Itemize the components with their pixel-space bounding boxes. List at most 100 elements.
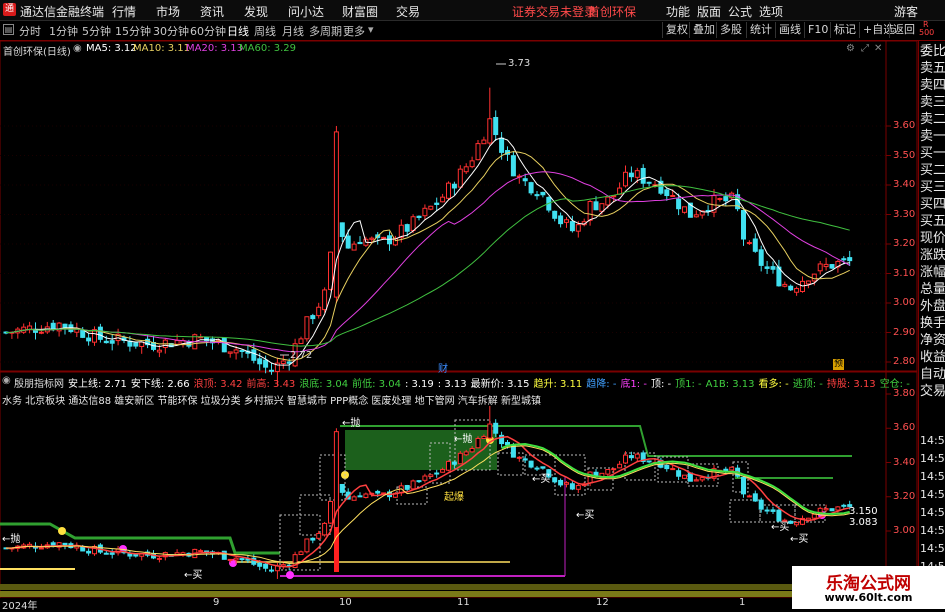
ind-candle-body [304, 538, 310, 553]
ind-candle-body [682, 474, 687, 479]
quote-field-label: 涨跌 [920, 248, 945, 263]
candle-body [623, 171, 628, 187]
candle-body [103, 340, 109, 344]
indicator-tick-label: 3.00 [893, 525, 916, 536]
candle-body [457, 168, 463, 188]
candle-body [239, 350, 245, 353]
tick-time-label: 14:5 [920, 452, 945, 465]
candle-body [823, 263, 829, 268]
quote-field-label: 买二 [920, 163, 945, 178]
chart-expand-icon[interactable]: ⤢ [861, 43, 869, 54]
candle-body [298, 338, 304, 345]
candle-body [741, 210, 746, 240]
ind-candle-body [575, 485, 581, 490]
candle-body [540, 191, 546, 196]
ind-candle-body [109, 552, 115, 555]
indicator-settings-icon[interactable]: ◉ [2, 375, 11, 386]
candle-body [782, 283, 788, 287]
quote-field-label[interactable]: 交易 [920, 383, 945, 400]
indicator-value-label: 最新价: 3.15 [470, 379, 530, 390]
ind-candle-body [357, 495, 363, 498]
ind-candle-body [634, 453, 640, 459]
buy-signal-label: ←买 [184, 570, 203, 581]
chart-settings-icon[interactable]: ⚙ [846, 43, 855, 54]
candle-body [770, 266, 776, 270]
candle-body [174, 340, 180, 345]
ind-candle-body [422, 475, 428, 481]
ind-candle-body [475, 437, 481, 449]
buy-signal-label: ←买 [790, 534, 809, 545]
candle-body [97, 326, 103, 340]
ind-candle-body [611, 468, 617, 471]
quote-field-label: 换手 [920, 316, 945, 331]
forecast-marker[interactable]: 预 [833, 359, 844, 370]
ind-candle-body [310, 537, 316, 541]
ind-candle-body [758, 499, 764, 510]
ind-candle-body [752, 493, 758, 502]
candle-body [481, 139, 487, 145]
financial-marker[interactable]: 财 [438, 360, 448, 375]
ind-candle-body [269, 569, 274, 572]
indicator-value-label: 持股: 3.13 [826, 379, 876, 390]
candle-body [534, 194, 540, 197]
candle-body [646, 181, 652, 184]
ind-candle-body [835, 506, 841, 511]
tick-time-label: 14:5 [920, 506, 945, 519]
ind-candle-body [534, 467, 540, 470]
ind-candle-body [528, 460, 534, 468]
indicator-name[interactable]: 殷朋指标网 [14, 375, 64, 390]
quote-field-label[interactable]: 自动 [920, 366, 945, 383]
bottom-band [0, 584, 886, 590]
panel-r-num: 500 [919, 28, 935, 37]
ind-candle-body [416, 480, 422, 483]
ma60-label: MA60: 3.29 [239, 43, 297, 54]
chart-close-icon[interactable]: ✕ [874, 43, 882, 54]
candle-body [345, 235, 351, 249]
ind-candle-body [558, 479, 564, 486]
candle-body [599, 203, 605, 212]
candle-body [723, 196, 729, 202]
buy-signal-label: ←买 [532, 474, 551, 485]
sell-signal-label: ←抛 [342, 418, 361, 429]
price-tick-label: 3.30 [893, 208, 916, 220]
candle-body [156, 349, 162, 353]
price-tick-label: 3.60 [893, 120, 916, 131]
ind-candle-body [375, 490, 381, 494]
candle-body [316, 306, 322, 317]
quote-field-label: 卖一 [920, 129, 945, 144]
candle-body [310, 315, 316, 320]
indicator-line-labels: 安上线: 2.71 安下线: 2.66 浪顶: 3.42 前高: 3.43 浪底: 3.… [68, 375, 910, 390]
quote-field-label: 买一 [920, 146, 945, 161]
indicator-value-label: 安下线: 2.66 [130, 379, 190, 390]
candle-body [575, 224, 581, 232]
ind-candle-body [670, 468, 676, 471]
indicator-value-label: 安上线: 2.71 [68, 379, 127, 390]
ind-candle-body [446, 460, 451, 471]
date-label-jan: 1 [739, 597, 746, 608]
indicator-value-label: 趋降: - [586, 379, 617, 390]
candle-body [381, 236, 387, 239]
date-label-sep: 9 [213, 597, 220, 608]
candle-body [847, 257, 853, 262]
date-label-nov: 11 [457, 597, 470, 608]
price-tick-label: 3.50 [893, 149, 916, 161]
ind-candle-body [487, 423, 493, 439]
indicator-value-label: : 3.13 [437, 379, 467, 390]
quote-side-panel: R 500 委比 卖五 卖四 卖三 卖二 卖一 买一 买二 买三 买四 买五 现价 涨跌 涨幅 总量 外盘 换手… [918, 20, 945, 609]
ind-candle-body [62, 542, 68, 546]
candle-body [829, 264, 835, 269]
quote-field-label: 卖二 [920, 112, 945, 127]
indicator-value-label: 前高: 3.43 [246, 379, 296, 390]
ma5-label: MA5: 3.12 [86, 43, 137, 54]
quote-field-label: 买五 [920, 214, 945, 229]
candle-body [263, 359, 269, 368]
indicator-value-label: 趋升: 3.11 [533, 379, 583, 390]
candle-body [475, 143, 481, 161]
ma-settings-icon[interactable]: ◉ [73, 43, 82, 54]
candle-body [552, 210, 558, 219]
candle-body [794, 288, 800, 293]
indicator-value-label: 浪底: 3.04 [299, 379, 349, 390]
ind-candle-body [239, 558, 245, 561]
ind-candle-body [628, 455, 634, 459]
price-tick-label: 3.00 [893, 297, 916, 308]
